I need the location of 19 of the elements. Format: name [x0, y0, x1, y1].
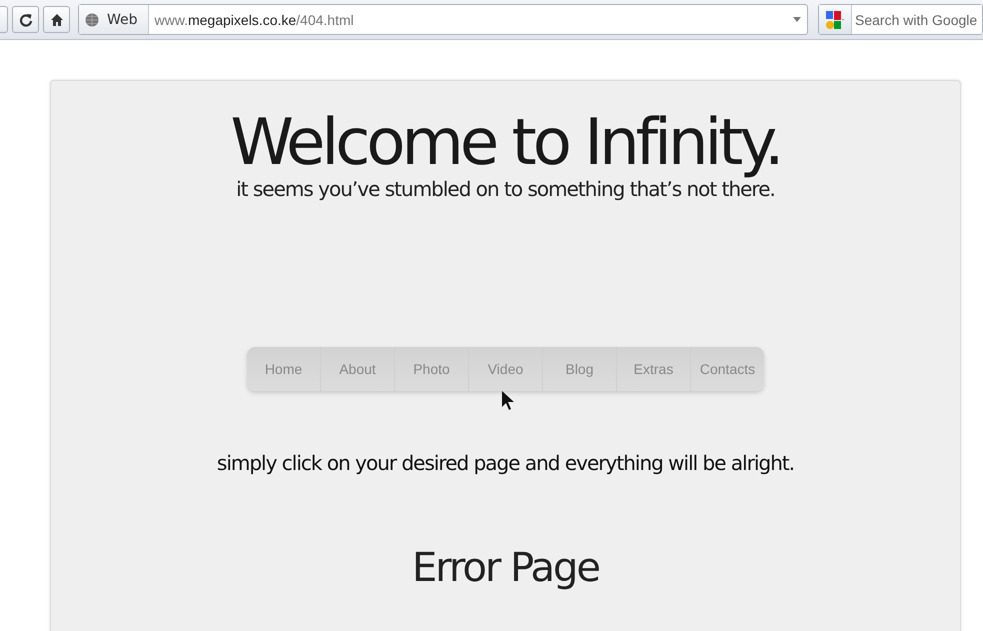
page-hint: simply click on your desired page and everything will be alright. [216, 451, 794, 475]
page-heading: Error Page [412, 545, 600, 591]
search-engine-icon [823, 8, 845, 30]
page-subtitle: it seems you’ve stumbled on to something that’s not there. [236, 177, 775, 201]
nav-link[interactable]: Photo [394, 347, 468, 391]
nav-link[interactable]: Blog [542, 347, 616, 391]
home-icon [50, 12, 64, 26]
nav-link[interactable]: Video [468, 347, 542, 391]
home-button[interactable] [43, 6, 70, 33]
nav-link[interactable]: Extras [616, 347, 690, 391]
nav-link[interactable]: Contacts [690, 347, 764, 391]
nav-link[interactable]: About [320, 347, 394, 391]
search-field[interactable]: Search with Google [818, 4, 983, 35]
mouse-cursor-icon [502, 391, 514, 411]
page-title: Welcome to Infinity. [230, 111, 780, 175]
reload-icon [18, 12, 32, 26]
search-engine-button[interactable] [819, 5, 852, 34]
nav-link[interactable]: Home [247, 347, 320, 391]
reload-button[interactable] [12, 6, 39, 33]
